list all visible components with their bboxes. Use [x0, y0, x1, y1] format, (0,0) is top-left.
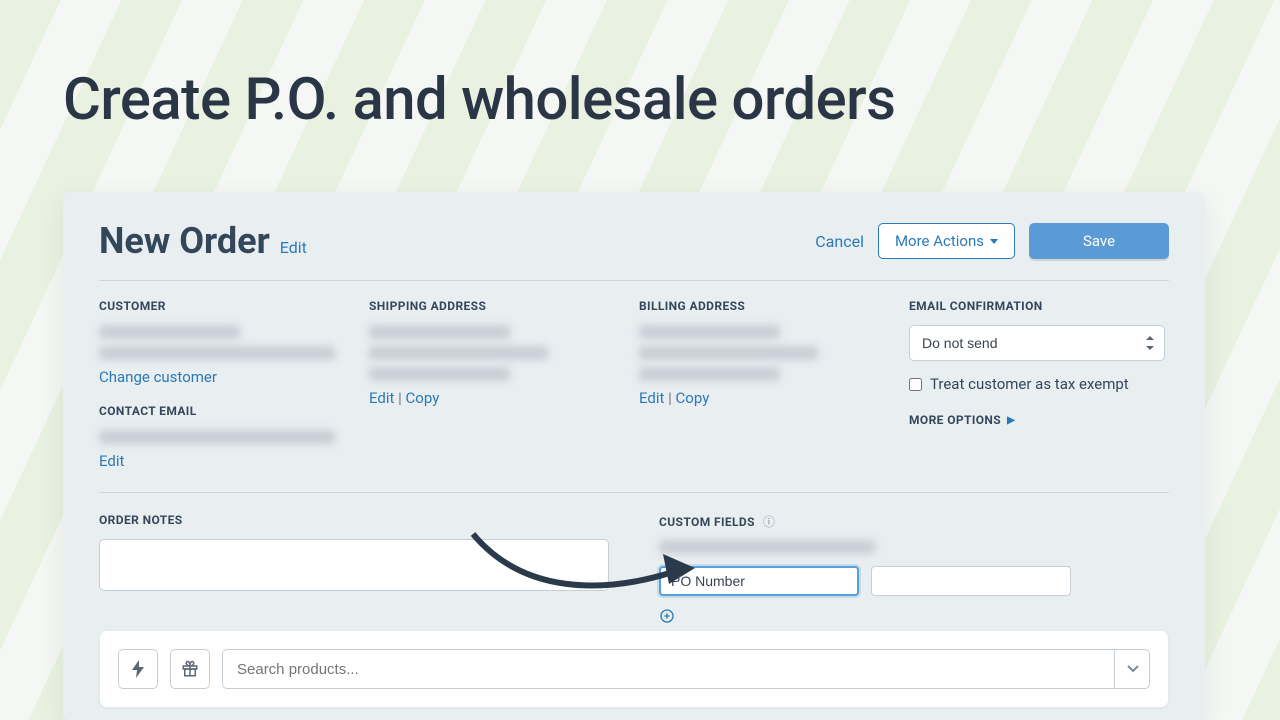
- quick-add-button[interactable]: [118, 649, 158, 689]
- custom-field-value-input[interactable]: [871, 566, 1071, 596]
- billing-edit-link[interactable]: Edit: [639, 389, 664, 407]
- save-label: Save: [1083, 232, 1115, 250]
- blurred-text: [99, 346, 335, 360]
- page-heading: Create P.O. and wholesale orders: [63, 66, 896, 134]
- blurred-text: [639, 367, 780, 381]
- contact-email-label: CONTACT EMAIL: [99, 404, 355, 418]
- separator: |: [398, 389, 405, 407]
- shipping-label: SHIPPING ADDRESS: [369, 299, 625, 313]
- email-confirmation-select[interactable]: [909, 325, 1165, 361]
- more-actions-button[interactable]: More Actions: [878, 223, 1015, 259]
- edit-title-link[interactable]: Edit: [280, 238, 307, 257]
- blurred-text: [639, 325, 780, 339]
- shipping-section: SHIPPING ADDRESS Edit | Copy: [369, 299, 625, 407]
- product-search-input[interactable]: [222, 649, 1150, 689]
- chevron-right-icon: ▶: [1007, 415, 1015, 426]
- change-customer-link[interactable]: Change customer: [99, 368, 217, 386]
- blurred-text: [639, 346, 818, 360]
- blurred-text: [99, 325, 240, 339]
- order-title: New Order: [99, 220, 270, 262]
- email-confirmation-section: EMAIL CONFIRMATION Treat customer as tax…: [909, 299, 1165, 427]
- gift-button[interactable]: [170, 649, 210, 689]
- cancel-link[interactable]: Cancel: [815, 232, 864, 251]
- blurred-text: [369, 325, 510, 339]
- custom-fields-label: CUSTOM FIELDS: [659, 515, 755, 529]
- customer-section: CUSTOMER Change customer CONTACT EMAIL E…: [99, 299, 355, 470]
- tax-exempt-checkbox[interactable]: [909, 378, 922, 391]
- separator: |: [668, 389, 675, 407]
- panel-header: New Order Edit Cancel More Actions Save: [99, 192, 1169, 280]
- order-notes-section: ORDER NOTES: [99, 513, 639, 624]
- info-icon: ⓘ: [763, 513, 775, 530]
- shipping-copy-link[interactable]: Copy: [406, 389, 440, 407]
- order-notes-input[interactable]: [99, 539, 609, 591]
- trash-icon[interactable]: [1083, 571, 1205, 591]
- header-divider: [99, 280, 1169, 281]
- order-notes-label: ORDER NOTES: [99, 513, 639, 527]
- blurred-text: [369, 346, 548, 360]
- email-confirmation-label: EMAIL CONFIRMATION: [909, 299, 1165, 313]
- custom-fields-section: CUSTOM FIELDS ⓘ: [659, 513, 1199, 624]
- contact-email-edit-link[interactable]: Edit: [99, 452, 124, 470]
- blurred-text: [99, 430, 335, 444]
- shipping-edit-link[interactable]: Edit: [369, 389, 394, 407]
- save-button[interactable]: Save: [1029, 223, 1169, 259]
- add-field-button[interactable]: [659, 608, 675, 624]
- product-search-dropdown[interactable]: [1114, 649, 1150, 689]
- blurred-text: [659, 540, 875, 554]
- chevron-down-icon: [1127, 665, 1139, 673]
- more-options-label: MORE OPTIONS: [909, 413, 1001, 427]
- products-card: [99, 630, 1169, 708]
- blurred-text: [369, 367, 510, 381]
- billing-section: BILLING ADDRESS Edit | Copy: [639, 299, 895, 407]
- billing-copy-link[interactable]: Copy: [676, 389, 710, 407]
- tax-exempt-label: Treat customer as tax exempt: [930, 375, 1129, 393]
- chevron-down-icon: [990, 239, 998, 244]
- more-options-toggle[interactable]: MORE OPTIONS ▶: [909, 413, 1165, 427]
- po-number-input[interactable]: [659, 566, 859, 596]
- billing-label: BILLING ADDRESS: [639, 299, 895, 313]
- gift-icon: [181, 660, 199, 678]
- customer-label: CUSTOMER: [99, 299, 355, 313]
- lightning-icon: [130, 660, 146, 678]
- tax-exempt-row[interactable]: Treat customer as tax exempt: [909, 375, 1165, 393]
- more-actions-label: More Actions: [895, 232, 984, 250]
- order-panel: New Order Edit Cancel More Actions Save …: [63, 192, 1205, 720]
